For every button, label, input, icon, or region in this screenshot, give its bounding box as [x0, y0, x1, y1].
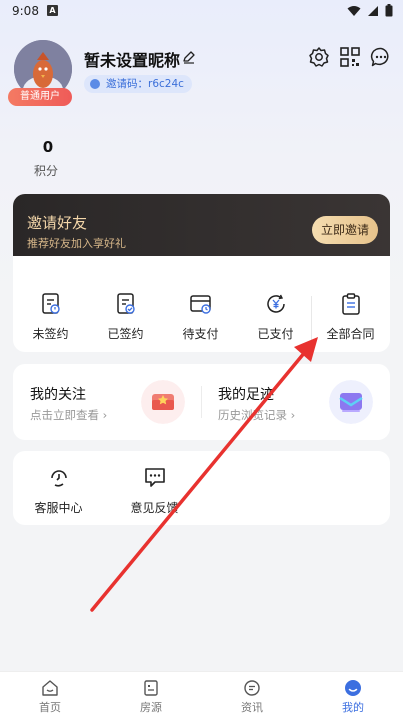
invite-code[interactable]: 邀请码：r6c24c [84, 75, 192, 93]
signal-icon [368, 5, 378, 16]
contract-label: 已签约 [107, 327, 144, 341]
bottom-nav: 首页 房源 资讯 我的 [0, 671, 403, 716]
nav-label: 资讯 [241, 701, 263, 714]
points-label: 积分 [34, 164, 59, 178]
home-icon [42, 680, 58, 696]
invite-code-text: 邀请码：r6c24c [106, 78, 184, 90]
contract-signed-icon [117, 293, 135, 314]
listings-icon [144, 680, 158, 696]
nav-item-home[interactable]: 首页 [0, 672, 100, 716]
my-follow-title: 我的关注 [30, 387, 86, 403]
payment-pending-icon [190, 295, 211, 314]
invite-subtitle: 推荐好友加入享好礼 [27, 237, 126, 250]
contract-item-to-pay[interactable]: 待支付 [163, 256, 238, 352]
wifi-icon [347, 5, 361, 16]
contract-label: 待支付 [182, 327, 219, 341]
customer-service-icon [51, 470, 67, 487]
contract-item-paid[interactable]: 已支付 [238, 256, 313, 352]
nav-item-news[interactable]: 资讯 [202, 672, 302, 716]
notification-icon: A [47, 5, 58, 16]
nav-label: 我的 [342, 701, 364, 714]
contract-card: 未签约 已签约 待支付 已支付 全部合同 [13, 256, 390, 352]
profile-icon [345, 680, 361, 696]
follow-divider [201, 386, 202, 418]
nav-item-profile[interactable]: 我的 [303, 672, 403, 716]
qr-code-icon[interactable] [339, 46, 361, 68]
nav-label: 首页 [39, 701, 61, 714]
follow-card: 我的关注 点击立即查看 › 我的足迹 历史浏览记录 › [13, 364, 390, 440]
follow-box-icon [141, 380, 185, 424]
invite-banner[interactable]: 邀请好友 推荐好友加入享好礼 立即邀请 [13, 194, 390, 256]
news-icon [244, 680, 260, 696]
footprint-box-icon [329, 380, 373, 424]
paid-yuan-icon [267, 294, 285, 313]
invite-code-icon [90, 79, 100, 89]
contract-divider [311, 296, 312, 340]
my-footprint-title: 我的足迹 [218, 387, 274, 403]
contract-label: 已支付 [257, 327, 294, 341]
status-indicators [347, 4, 393, 17]
feedback-icon [145, 468, 165, 487]
contract-item-all[interactable]: 全部合同 [313, 256, 388, 352]
contract-item-unsigned[interactable]: 未签约 [13, 256, 88, 352]
user-level-badge: 普通用户 [8, 88, 72, 106]
service-item-feedback[interactable]: 意见反馈 [117, 451, 192, 525]
points-value[interactable]: 0 [40, 138, 56, 156]
service-card: 客服中心 意见反馈 [13, 451, 390, 525]
contract-pending-icon [42, 293, 60, 314]
status-bar: 9:08 A [0, 0, 403, 24]
my-footprint-subtitle: 历史浏览记录 › [218, 408, 296, 422]
invite-now-button[interactable]: 立即邀请 [312, 216, 378, 244]
battery-icon [385, 4, 393, 17]
my-follow-subtitle: 点击立即查看 › [30, 408, 108, 422]
all-contracts-icon [342, 293, 360, 315]
nav-label: 房源 [140, 701, 162, 714]
invite-title: 邀请好友 [27, 214, 88, 232]
contract-label: 未签约 [32, 327, 69, 341]
contract-label: 全部合同 [326, 327, 375, 341]
edit-icon[interactable] [182, 50, 196, 64]
service-item-customer-service[interactable]: 客服中心 [21, 451, 96, 525]
service-label: 客服中心 [34, 501, 83, 515]
service-label: 意见反馈 [130, 501, 179, 515]
red-arrow-annotation [90, 337, 318, 612]
settings-gear-icon[interactable] [308, 46, 330, 68]
contract-item-signed[interactable]: 已签约 [88, 256, 163, 352]
status-time: 9:08 [12, 4, 39, 18]
nav-item-listings[interactable]: 房源 [101, 672, 201, 716]
message-icon[interactable] [370, 46, 392, 68]
nickname[interactable]: 暂未设置昵称 [84, 47, 180, 71]
